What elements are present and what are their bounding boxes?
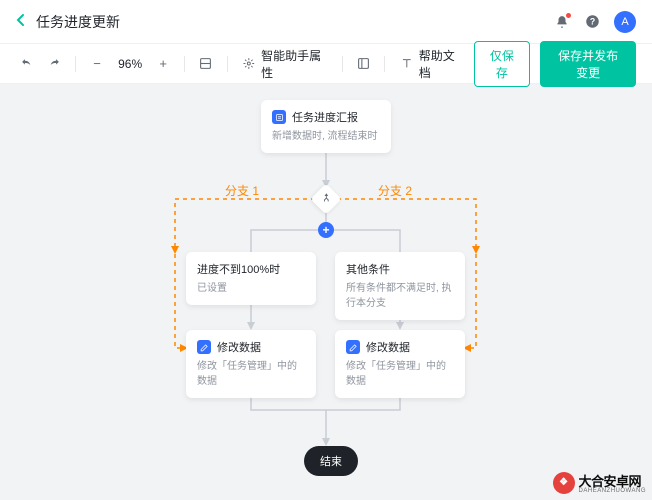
zoom-value: 96% (114, 57, 146, 71)
start-node[interactable]: 任务进度汇报 新增数据时, 流程结束时 (261, 100, 391, 153)
edit-icon (346, 340, 360, 354)
branch-icon (321, 192, 332, 206)
zoom-in-button[interactable]: + (152, 52, 174, 76)
page-title: 任务进度更新 (36, 12, 554, 32)
condition1-title: 进度不到100%时 (197, 261, 280, 277)
grid-icon[interactable] (195, 52, 217, 76)
end-node[interactable]: 结束 (304, 446, 358, 476)
edit-icon (197, 340, 211, 354)
header: 任务进度更新 ? A (0, 0, 652, 44)
watermark-logo-icon: ❖ (553, 472, 575, 494)
condition2-sub: 所有条件都不满足时, 执行本分支 (346, 281, 454, 311)
form-icon (272, 110, 286, 124)
condition1-sub: 已设置 (197, 281, 305, 296)
zoom-out-button[interactable]: − (86, 52, 108, 76)
condition2-node[interactable]: 其他条件 所有条件都不满足时, 执行本分支 (335, 252, 465, 320)
redo-button[interactable] (44, 52, 66, 76)
help-icon[interactable]: ? (584, 14, 600, 30)
action1-sub: 修改「任务管理」中的数据 (197, 359, 305, 389)
avatar[interactable]: A (614, 11, 636, 33)
action2-node[interactable]: 修改数据 修改「任务管理」中的数据 (335, 330, 465, 398)
condition1-node[interactable]: 进度不到100%时 已设置 (186, 252, 316, 305)
action1-node[interactable]: 修改数据 修改「任务管理」中的数据 (186, 330, 316, 398)
gateway-node[interactable] (310, 183, 341, 214)
condition2-title: 其他条件 (346, 261, 390, 277)
start-node-title: 任务进度汇报 (292, 109, 358, 125)
publish-button[interactable]: 保存并发布变更 (540, 41, 636, 87)
back-button[interactable] (16, 13, 36, 31)
action1-title: 修改数据 (217, 339, 261, 355)
flow-canvas[interactable]: 任务进度汇报 新增数据时, 流程结束时 分支 1 分支 2 + 进度不到100%… (0, 84, 652, 500)
layout-icon[interactable] (353, 52, 375, 76)
branch2-label: 分支 2 (378, 182, 412, 199)
watermark: ❖ 大合安卓网 DAHEANZHUOWANG (553, 471, 646, 494)
notification-icon[interactable] (554, 14, 570, 30)
watermark-sub: DAHEANZHUOWANG (579, 488, 646, 494)
assistant-button[interactable]: 智能助手属性 (237, 52, 331, 76)
branch1-label: 分支 1 (225, 182, 259, 199)
undo-button[interactable] (16, 52, 38, 76)
start-node-sub: 新增数据时, 流程结束时 (272, 129, 380, 144)
action2-sub: 修改「任务管理」中的数据 (346, 359, 454, 389)
action2-title: 修改数据 (366, 339, 410, 355)
help-doc-button[interactable]: 帮助文档 (395, 52, 467, 76)
toolbar: − 96% + 智能助手属性 帮助文档 仅保存 保存并发布变更 (0, 44, 652, 84)
help-doc-label: 帮助文档 (419, 47, 462, 81)
svg-text:?: ? (589, 17, 594, 27)
add-node-button[interactable]: + (318, 222, 334, 238)
save-button[interactable]: 仅保存 (474, 41, 531, 87)
assistant-label: 智能助手属性 (261, 47, 325, 81)
